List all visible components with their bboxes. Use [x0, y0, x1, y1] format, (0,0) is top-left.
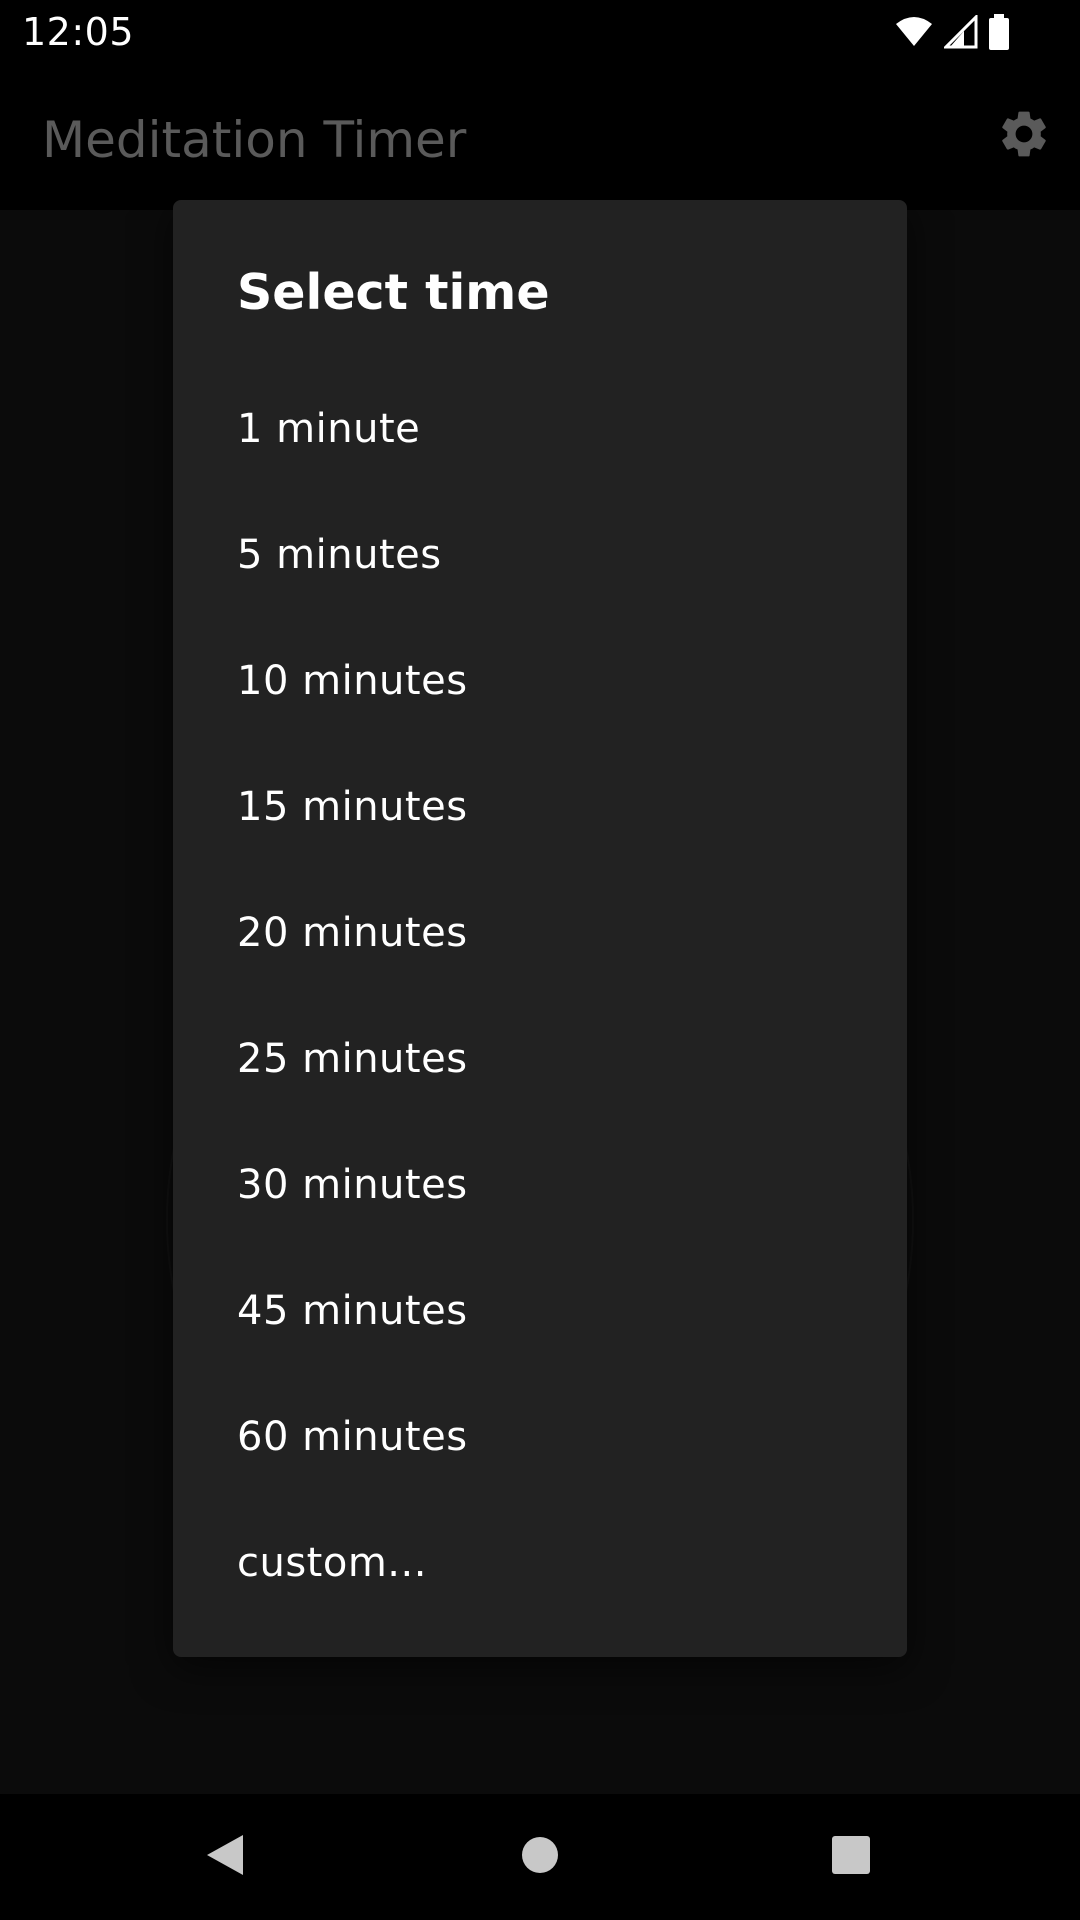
cell-signal-icon: [944, 15, 978, 49]
recents-icon: [831, 1835, 871, 1880]
option-1-minute[interactable]: 1 minute: [173, 366, 907, 492]
recents-button[interactable]: [788, 1794, 914, 1920]
nav-bar: [0, 1794, 1080, 1920]
app-bar: Meditation Timer: [0, 63, 1080, 210]
option-15-minutes[interactable]: 15 minutes: [173, 744, 907, 870]
status-icons: [894, 14, 1010, 50]
select-time-dialog: Select time 1 minute 5 minutes 10 minute…: [173, 200, 907, 1657]
home-button[interactable]: [477, 1794, 603, 1920]
back-button[interactable]: [162, 1794, 288, 1920]
back-icon: [203, 1831, 247, 1884]
option-45-minutes[interactable]: 45 minutes: [173, 1248, 907, 1374]
settings-button[interactable]: [994, 106, 1054, 166]
battery-icon: [988, 14, 1010, 50]
option-60-minutes[interactable]: 60 minutes: [173, 1374, 907, 1500]
time-options-list: 1 minute 5 minutes 10 minutes 15 minutes…: [173, 366, 907, 1626]
option-20-minutes[interactable]: 20 minutes: [173, 870, 907, 996]
home-icon: [520, 1835, 560, 1880]
screen: 12:05 Meditation Timer Select time 1 min…: [0, 0, 1080, 1920]
gear-icon: [996, 106, 1052, 167]
option-5-minutes[interactable]: 5 minutes: [173, 492, 907, 618]
option-25-minutes[interactable]: 25 minutes: [173, 996, 907, 1122]
wifi-icon: [894, 16, 934, 48]
app-title: Meditation Timer: [42, 111, 467, 169]
option-10-minutes[interactable]: 10 minutes: [173, 618, 907, 744]
status-time: 12:05: [22, 10, 135, 54]
dialog-title: Select time: [237, 264, 550, 321]
status-bar: 12:05: [0, 0, 1080, 63]
option-30-minutes[interactable]: 30 minutes: [173, 1122, 907, 1248]
option-custom[interactable]: custom...: [173, 1500, 907, 1626]
